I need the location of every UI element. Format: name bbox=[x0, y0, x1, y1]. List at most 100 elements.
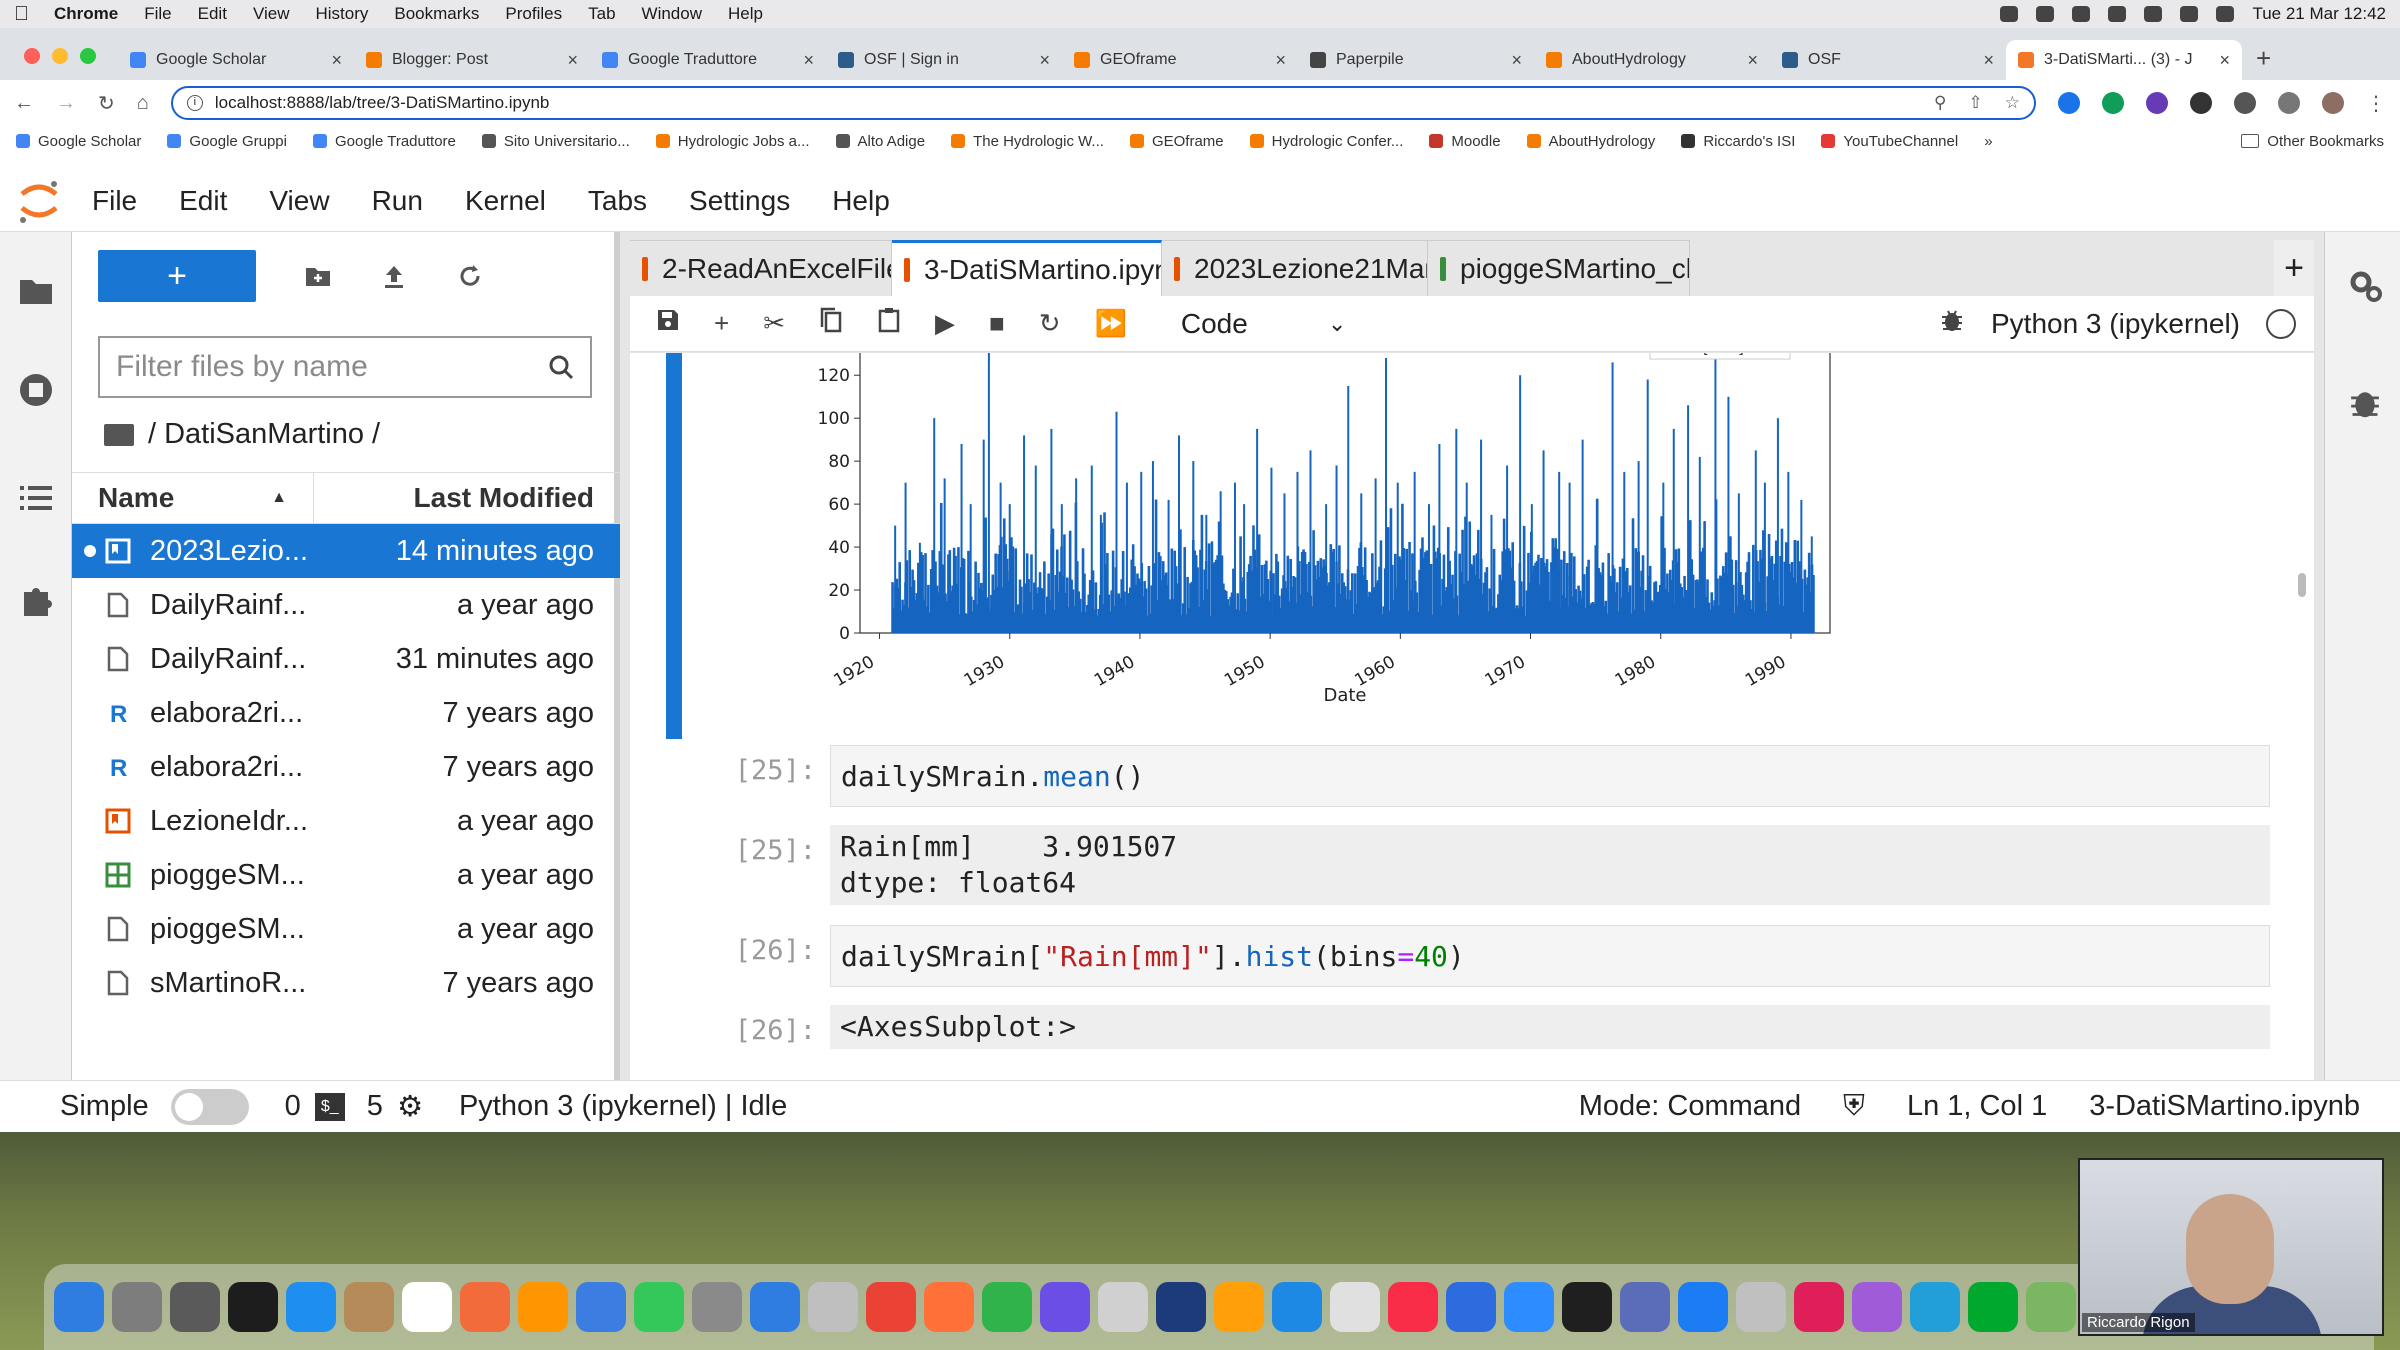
side-panel-icon[interactable] bbox=[2278, 92, 2300, 114]
dock-app-icon[interactable] bbox=[170, 1282, 220, 1332]
browser-tab[interactable]: OSF × bbox=[1770, 40, 2006, 80]
bookmark-item[interactable]: Google Traduttore bbox=[312, 133, 456, 150]
menubar-item-window[interactable]: Window bbox=[642, 4, 702, 24]
cut-icon[interactable]: ✂ bbox=[763, 308, 785, 339]
bookmark-item[interactable]: YouTubeChannel bbox=[1821, 133, 1958, 150]
dock-app-icon[interactable] bbox=[924, 1282, 974, 1332]
dock-app-icon[interactable] bbox=[982, 1282, 1032, 1332]
file-row[interactable]: pioggeSM... a year ago bbox=[72, 902, 620, 956]
document-tab[interactable]: 2023Lezione21Marzo_× bbox=[1162, 240, 1428, 296]
dock-app-icon[interactable] bbox=[634, 1282, 684, 1332]
close-tab-icon[interactable]: × bbox=[1747, 50, 1758, 71]
file-row[interactable]: Relabora2ri... 7 years ago bbox=[72, 740, 620, 794]
site-info-icon[interactable]: i bbox=[186, 95, 203, 111]
reload-icon[interactable]: ↻ bbox=[98, 91, 115, 116]
bookmark-item[interactable]: Riccardo's ISI bbox=[1681, 133, 1795, 150]
shield-icon[interactable]: ⛨ bbox=[1843, 1090, 1865, 1123]
browser-tab[interactable]: AboutHydrology × bbox=[1534, 40, 1770, 80]
running-kernels-icon[interactable] bbox=[18, 372, 54, 408]
dock-app-icon[interactable] bbox=[1446, 1282, 1496, 1332]
code-cell[interactable]: [25]: dailySMrain.mean() bbox=[735, 745, 2270, 807]
table-of-contents-icon[interactable] bbox=[18, 480, 54, 516]
dock-app-icon[interactable] bbox=[518, 1282, 568, 1332]
menubar-app-name[interactable]: Chrome bbox=[54, 4, 118, 24]
jp-menu-tabs[interactable]: Tabs bbox=[588, 185, 647, 217]
dock-app-icon[interactable] bbox=[2026, 1282, 2076, 1332]
browser-tab[interactable]: Google Traduttore × bbox=[590, 40, 826, 80]
dock-app-icon[interactable] bbox=[402, 1282, 452, 1332]
dock-app-icon[interactable] bbox=[1214, 1282, 1264, 1332]
dock-app-icon[interactable] bbox=[576, 1282, 626, 1332]
dock-app-icon[interactable] bbox=[1562, 1282, 1612, 1332]
document-tab[interactable]: 3-DatiSMartino.ipynb× bbox=[892, 240, 1162, 296]
battery-icon[interactable] bbox=[2108, 6, 2127, 22]
close-window-button[interactable] bbox=[24, 48, 40, 64]
bookmark-item[interactable]: Google Gruppi bbox=[167, 133, 287, 150]
status-icon[interactable] bbox=[2000, 6, 2019, 22]
close-tab-icon[interactable]: × bbox=[567, 50, 578, 71]
bookmark-item[interactable]: Alto Adige bbox=[835, 133, 925, 150]
menubar-item-view[interactable]: View bbox=[253, 4, 290, 24]
home-icon[interactable]: ⌂ bbox=[137, 92, 149, 115]
new-folder-icon[interactable] bbox=[304, 262, 332, 290]
column-name-header[interactable]: Name ▲ bbox=[72, 473, 314, 523]
cell-type-select[interactable]: Code ⌄ bbox=[1181, 308, 1346, 340]
address-bar[interactable]: i localhost:8888/lab/tree/3-DatiSMartino… bbox=[170, 86, 2036, 120]
jp-menu-run[interactable]: Run bbox=[372, 185, 423, 217]
browser-tab[interactable]: Google Scholar × bbox=[118, 40, 354, 80]
menubar-item-file[interactable]: File bbox=[144, 4, 171, 24]
terminal-count[interactable]: 0 bbox=[285, 1090, 301, 1123]
zoom-window-button[interactable] bbox=[80, 48, 96, 64]
refresh-icon[interactable] bbox=[456, 262, 484, 290]
dock-app-icon[interactable] bbox=[54, 1282, 104, 1332]
scrollbar-thumb[interactable] bbox=[2298, 573, 2306, 597]
extension-icon[interactable] bbox=[2190, 92, 2212, 114]
file-filter-input[interactable]: Filter files by name bbox=[98, 336, 592, 398]
bookmark-item[interactable]: Hydrologic Jobs a... bbox=[655, 133, 810, 150]
restart-icon[interactable]: ↻ bbox=[1039, 308, 1061, 339]
menubar-item-bookmarks[interactable]: Bookmarks bbox=[394, 4, 479, 24]
dock-app-icon[interactable] bbox=[750, 1282, 800, 1332]
menubar-item-edit[interactable]: Edit bbox=[198, 4, 227, 24]
active-cell-indicator[interactable] bbox=[666, 353, 682, 739]
browser-tab[interactable]: OSF | Sign in × bbox=[826, 40, 1062, 80]
document-tab[interactable]: pioggeSMartino_clean× bbox=[1428, 240, 1690, 296]
dock-app-icon[interactable] bbox=[1330, 1282, 1380, 1332]
paste-icon[interactable] bbox=[877, 307, 901, 340]
jp-menu-edit[interactable]: Edit bbox=[179, 185, 227, 217]
bookmark-item[interactable]: GEOframe bbox=[1129, 133, 1224, 150]
extension-icon[interactable] bbox=[2102, 92, 2124, 114]
wifi-icon[interactable] bbox=[2144, 6, 2163, 22]
extension-icon[interactable] bbox=[2146, 92, 2168, 114]
bookmark-item[interactable]: AboutHydrology bbox=[1526, 133, 1655, 150]
add-tab-button[interactable]: + bbox=[2274, 240, 2314, 296]
extension-icon[interactable] bbox=[2058, 92, 2080, 114]
menubar-item-tab[interactable]: Tab bbox=[588, 4, 615, 24]
bookmark-item[interactable]: Hydrologic Confer... bbox=[1249, 133, 1403, 150]
document-tab[interactable]: 2-ReadAnExcelFileWitl× bbox=[630, 240, 892, 296]
file-row[interactable]: pioggeSM... a year ago bbox=[72, 848, 620, 902]
chrome-menu-icon[interactable]: ⋮ bbox=[2366, 91, 2386, 116]
file-row[interactable]: Relabora2ri... 7 years ago bbox=[72, 686, 620, 740]
kernel-chip-icon[interactable]: ⚙ bbox=[397, 1089, 423, 1124]
control-center-icon[interactable] bbox=[2216, 6, 2235, 22]
column-modified-header[interactable]: Last Modified bbox=[314, 482, 620, 514]
terminal-icon[interactable]: $_ bbox=[314, 1092, 345, 1121]
browser-tab[interactable]: Paperpile × bbox=[1298, 40, 1534, 80]
dock-app-icon[interactable] bbox=[460, 1282, 510, 1332]
dock-app-icon[interactable] bbox=[286, 1282, 336, 1332]
menubar-item-help[interactable]: Help bbox=[728, 4, 763, 24]
cell-input[interactable]: dailySMrain.mean() bbox=[830, 745, 2270, 807]
dock-app-icon[interactable] bbox=[1040, 1282, 1090, 1332]
jp-menu-kernel[interactable]: Kernel bbox=[465, 185, 546, 217]
bookmark-item[interactable]: Moodle bbox=[1429, 133, 1501, 150]
status-icon[interactable] bbox=[2036, 6, 2055, 22]
close-tab-icon[interactable]: × bbox=[1511, 50, 1522, 71]
cell-input[interactable]: dailySMrain["Rain[mm]"].hist(bins=40) bbox=[830, 925, 2270, 987]
file-row[interactable]: DailyRainf... 31 minutes ago bbox=[72, 632, 620, 686]
browser-tab[interactable]: GEOframe × bbox=[1062, 40, 1298, 80]
close-tab-icon[interactable]: × bbox=[803, 50, 814, 71]
close-tab-icon[interactable]: × bbox=[1983, 50, 1994, 71]
save-icon[interactable] bbox=[656, 308, 680, 339]
other-bookmarks[interactable]: Other Bookmarks bbox=[2241, 133, 2384, 150]
